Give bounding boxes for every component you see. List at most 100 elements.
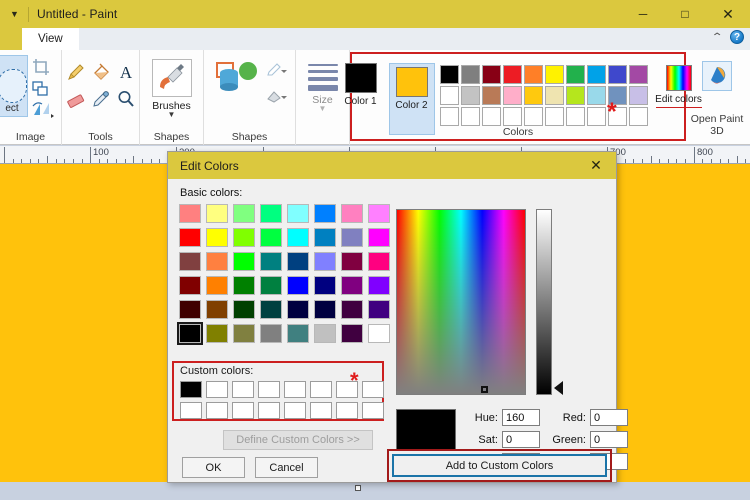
quick-access-toolbar[interactable]: ▼ [0, 6, 29, 23]
palette-swatch-r1-c8[interactable] [587, 65, 606, 84]
help-icon[interactable]: ? [730, 30, 744, 44]
palette-swatch-r1-c9[interactable] [608, 65, 627, 84]
palette-swatch-r1-c3[interactable] [482, 65, 501, 84]
custom-color-swatch-r1-c8[interactable] [362, 381, 384, 398]
palette-swatch-r2-c4[interactable] [503, 86, 522, 105]
basic-color-swatch-r4-c4[interactable] [260, 276, 282, 295]
basic-color-swatch-r5-c5[interactable] [287, 300, 309, 319]
palette-swatch-r2-c7[interactable] [566, 86, 585, 105]
custom-color-swatch-r2-c7[interactable] [336, 402, 358, 419]
select-tool-button[interactable]: ect [0, 55, 28, 117]
palette-swatch-r2-c8[interactable] [587, 86, 606, 105]
palette-swatch-r3-c4[interactable] [503, 107, 522, 126]
cancel-button[interactable]: Cancel [255, 457, 318, 478]
custom-color-swatch-r1-c5[interactable] [284, 381, 306, 398]
palette-swatch-r3-c1[interactable] [440, 107, 459, 126]
palette-swatch-r2-c5[interactable] [524, 86, 543, 105]
palette-swatch-r3-c7[interactable] [566, 107, 585, 126]
custom-color-swatch-r1-c1[interactable] [180, 381, 202, 398]
color-2-button[interactable]: Color 2 [389, 63, 435, 135]
basic-color-swatch-r2-c1[interactable] [179, 228, 201, 247]
basic-color-swatch-r6-c6[interactable] [314, 324, 336, 343]
basic-color-swatch-r2-c6[interactable] [314, 228, 336, 247]
basic-color-swatch-r3-c3[interactable] [233, 252, 255, 271]
basic-color-swatch-r6-c2[interactable] [206, 324, 228, 343]
basic-color-swatch-r3-c5[interactable] [287, 252, 309, 271]
sat-input[interactable]: 0 [502, 431, 540, 448]
canvas-handle-bottom[interactable] [355, 485, 361, 491]
palette-swatch-r2-c3[interactable] [482, 86, 501, 105]
add-to-custom-colors-button[interactable]: Add to Custom Colors [392, 454, 607, 477]
palette-swatch-r1-c5[interactable] [524, 65, 543, 84]
tab-view[interactable]: View [22, 28, 79, 50]
red-input[interactable]: 0 [590, 409, 628, 426]
fill-icon[interactable] [89, 59, 113, 85]
palette-swatch-r1-c10[interactable] [629, 65, 648, 84]
ok-button[interactable]: OK [182, 457, 245, 478]
custom-color-swatch-r1-c4[interactable] [258, 381, 280, 398]
basic-color-swatch-r4-c1[interactable] [179, 276, 201, 295]
custom-color-swatch-r2-c2[interactable] [206, 402, 228, 419]
basic-color-swatch-r6-c1[interactable] [179, 324, 201, 343]
palette-swatch-r3-c2[interactable] [461, 107, 480, 126]
size-dropdown-caret[interactable]: ▼ [319, 106, 327, 112]
custom-color-swatch-r2-c8[interactable] [362, 402, 384, 419]
palette-swatch-r1-c1[interactable] [440, 65, 459, 84]
basic-color-swatch-r1-c2[interactable] [206, 204, 228, 223]
custom-color-swatch-r2-c1[interactable] [180, 402, 202, 419]
basic-color-swatch-r4-c8[interactable] [368, 276, 390, 295]
basic-color-swatch-r4-c2[interactable] [206, 276, 228, 295]
palette-swatch-r1-c6[interactable] [545, 65, 564, 84]
color-gradient-picker[interactable] [396, 209, 526, 395]
basic-color-swatch-r4-c5[interactable] [287, 276, 309, 295]
palette-swatch-r3-c3[interactable] [482, 107, 501, 126]
palette-swatch-r3-c6[interactable] [545, 107, 564, 126]
basic-color-swatch-r1-c7[interactable] [341, 204, 363, 223]
maximize-button[interactable]: □ [664, 0, 706, 28]
tab-file[interactable] [0, 28, 22, 50]
custom-color-swatch-r1-c2[interactable] [206, 381, 228, 398]
basic-color-swatch-r3-c6[interactable] [314, 252, 336, 271]
paint-3d-icon[interactable] [702, 61, 732, 91]
basic-color-swatch-r5-c1[interactable] [179, 300, 201, 319]
basic-color-swatch-r3-c4[interactable] [260, 252, 282, 271]
palette-swatch-r2-c2[interactable] [461, 86, 480, 105]
basic-color-swatch-r5-c6[interactable] [314, 300, 336, 319]
palette-swatch-r2-c1[interactable] [440, 86, 459, 105]
basic-color-swatch-r6-c5[interactable] [287, 324, 309, 343]
close-button[interactable]: ✕ [706, 0, 750, 28]
luminance-slider[interactable] [536, 209, 552, 395]
basic-color-swatch-r1-c8[interactable] [368, 204, 390, 223]
basic-color-swatch-r2-c7[interactable] [341, 228, 363, 247]
basic-color-swatch-r4-c3[interactable] [233, 276, 255, 295]
basic-color-swatch-r1-c6[interactable] [314, 204, 336, 223]
color-picker-icon[interactable] [89, 86, 113, 112]
collapse-ribbon-icon[interactable]: ⌃ [711, 32, 724, 43]
basic-color-swatch-r3-c1[interactable] [179, 252, 201, 271]
custom-color-swatch-r2-c5[interactable] [284, 402, 306, 419]
minimize-button[interactable]: ─ [622, 0, 664, 28]
basic-color-swatch-r6-c7[interactable] [341, 324, 363, 343]
basic-color-swatch-r2-c4[interactable] [260, 228, 282, 247]
crop-icon[interactable] [31, 57, 51, 77]
custom-color-swatch-r1-c3[interactable] [232, 381, 254, 398]
basic-color-swatch-r5-c4[interactable] [260, 300, 282, 319]
basic-color-swatch-r1-c4[interactable] [260, 204, 282, 223]
basic-color-swatch-r3-c7[interactable] [341, 252, 363, 271]
text-icon[interactable]: A [114, 59, 138, 85]
basic-color-swatch-r5-c3[interactable] [233, 300, 255, 319]
basic-color-swatch-r1-c3[interactable] [233, 204, 255, 223]
palette-swatch-r1-c2[interactable] [461, 65, 480, 84]
basic-color-swatch-r2-c5[interactable] [287, 228, 309, 247]
hue-input[interactable]: 160 [502, 409, 540, 426]
palette-swatch-r2-c10[interactable] [629, 86, 648, 105]
custom-color-swatch-r2-c3[interactable] [232, 402, 254, 419]
palette-swatch-r3-c8[interactable] [587, 107, 606, 126]
basic-color-swatch-r5-c8[interactable] [368, 300, 390, 319]
basic-color-swatch-r2-c3[interactable] [233, 228, 255, 247]
green-input[interactable]: 0 [590, 431, 628, 448]
outline-icon[interactable] [266, 62, 286, 82]
palette-swatch-r3-c5[interactable] [524, 107, 543, 126]
gradient-crosshair[interactable] [481, 386, 488, 393]
basic-color-swatch-r4-c7[interactable] [341, 276, 363, 295]
